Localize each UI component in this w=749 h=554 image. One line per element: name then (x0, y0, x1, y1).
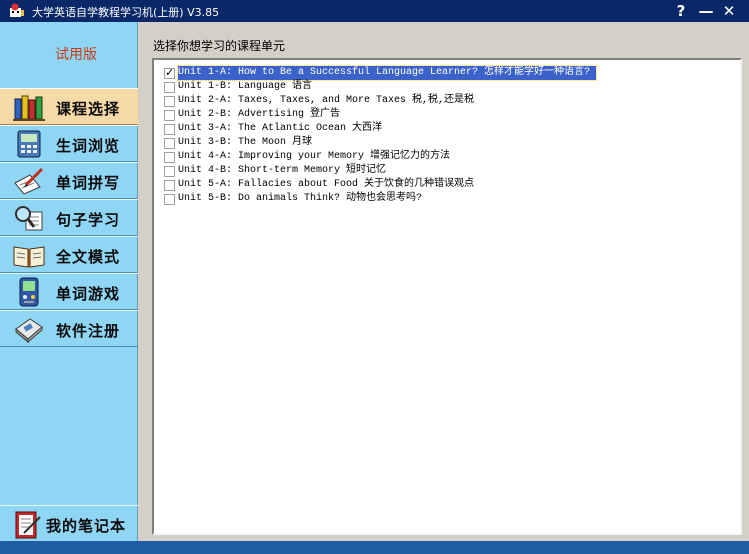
nav-course-selection[interactable]: 课程选择 (0, 88, 138, 125)
unit-checkbox[interactable] (164, 110, 175, 121)
nav-label: 单词拼写 (56, 174, 121, 192)
help-button[interactable]: ? (672, 2, 690, 20)
unit-label: Unit 3-A: The Atlantic Ocean 大西洋 (178, 123, 383, 134)
my-notebook-button[interactable]: 我的笔记本 (0, 505, 138, 543)
status-bar (0, 541, 749, 554)
unit-row[interactable]: Unit 3-B: The Moon 月球 (162, 136, 732, 150)
unit-label: Unit 1-B: Language 语言 (178, 81, 313, 92)
unit-checkbox[interactable] (164, 124, 175, 135)
panel-title: 选择你想学习的课程单元 (153, 39, 286, 53)
unit-checkbox[interactable] (164, 152, 175, 163)
nav-label: 生词浏览 (56, 137, 121, 155)
unit-label: Unit 1-A: How to Be a Successful Languag… (176, 65, 598, 81)
nav-full-text-mode[interactable]: 全文模式 (0, 236, 138, 273)
unit-label: Unit 2-B: Advertising 登广告 (178, 109, 341, 120)
nav-word-game[interactable]: 单词游戏 (0, 273, 138, 310)
sidebar: 试用版 课程选择 生词浏览 单词拼写 句子学习 全文模式 单词游戏 软件注册 我… (0, 22, 138, 554)
app-logo-icon (10, 3, 24, 17)
unit-label: Unit 5-B: Do animals Think? 动物也会思考吗? (178, 193, 423, 204)
dictionary-device-icon (17, 130, 41, 158)
magnifier-icon (15, 206, 43, 231)
unit-checkbox[interactable] (164, 166, 175, 177)
nav-label: 全文模式 (56, 248, 121, 266)
nav-word-spelling[interactable]: 单词拼写 (0, 162, 138, 199)
nav-sentence-study[interactable]: 句子学习 (0, 199, 138, 236)
close-button[interactable]: ✕ (720, 2, 738, 20)
unit-label: Unit 4-A: Improving your Memory 增强记忆力的方法 (178, 151, 451, 162)
open-book-icon (13, 246, 45, 268)
nav-software-register[interactable]: 软件注册 (0, 310, 138, 347)
unit-checkbox[interactable] (164, 66, 175, 79)
unit-checkbox[interactable] (164, 82, 175, 93)
nav-label: 我的笔记本 (46, 517, 127, 535)
window-title: 大学英语自学教程学习机(上册) V3.85 (32, 6, 220, 19)
nav-label: 单词游戏 (56, 285, 121, 303)
unit-row[interactable]: Unit 2-A: Taxes, Taxes, and More Taxes 税… (162, 94, 732, 108)
unit-list[interactable]: Unit 1-A: How to Be a Successful Languag… (152, 58, 742, 535)
unit-label: Unit 4-B: Short-term Memory 短时记忆 (178, 165, 387, 176)
main-panel: 选择你想学习的课程单元 Unit 1-A: How to Be a Succes… (139, 22, 749, 541)
unit-label: Unit 2-A: Taxes, Taxes, and More Taxes 税… (178, 95, 475, 106)
unit-row[interactable]: Unit 2-B: Advertising 登广告 (162, 108, 732, 122)
pen-writing-icon (14, 167, 44, 195)
nav-vocabulary-browse[interactable]: 生词浏览 (0, 125, 138, 162)
title-bar: 大学英语自学教程学习机(上册) V3.85 ? — ✕ (0, 0, 749, 22)
unit-checkbox[interactable] (164, 180, 175, 191)
minimize-button[interactable]: — (697, 2, 715, 20)
unit-label: Unit 3-B: The Moon 月球 (178, 137, 313, 148)
trial-version-label: 试用版 (55, 47, 97, 63)
unit-row[interactable]: Unit 4-A: Improving your Memory 增强记忆力的方法 (162, 150, 732, 164)
unit-row[interactable]: Unit 5-A: Fallacies about Food 关于饮食的几种错误… (162, 178, 732, 192)
unit-label: Unit 5-A: Fallacies about Food 关于饮食的几种错误… (178, 179, 475, 190)
nav-label: 软件注册 (56, 322, 121, 340)
nav-label: 课程选择 (56, 100, 121, 118)
unit-row[interactable]: Unit 1-B: Language 语言 (162, 80, 732, 94)
unit-checkbox[interactable] (164, 96, 175, 107)
books-icon (13, 95, 45, 121)
register-card-icon (15, 318, 43, 344)
unit-checkbox[interactable] (164, 194, 175, 205)
unit-row[interactable]: Unit 5-B: Do animals Think? 动物也会思考吗? (162, 192, 732, 206)
unit-row[interactable]: Unit 1-A: How to Be a Successful Languag… (162, 65, 732, 81)
unit-row[interactable]: Unit 3-A: The Atlantic Ocean 大西洋 (162, 122, 732, 136)
notebook-icon (15, 511, 41, 539)
unit-row[interactable]: Unit 4-B: Short-term Memory 短时记忆 (162, 164, 732, 178)
unit-checkbox[interactable] (164, 138, 175, 149)
nav-label: 句子学习 (56, 211, 121, 229)
handheld-game-icon (19, 277, 39, 307)
